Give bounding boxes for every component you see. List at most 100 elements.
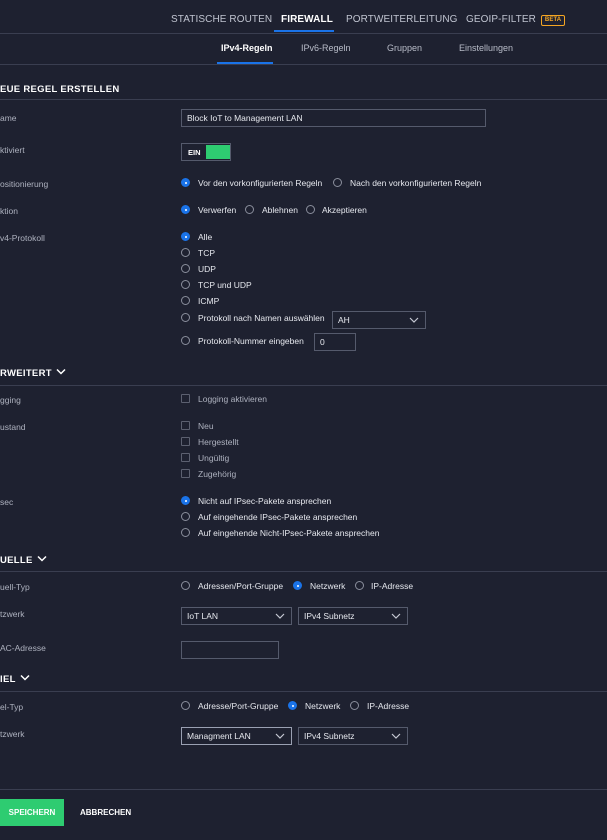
source-type-group-radio[interactable] <box>181 581 190 590</box>
subtab-groups[interactable]: Gruppen <box>387 43 422 53</box>
tab-geoip-label: GEOIP-FILTER <box>466 14 536 25</box>
source-type-ip-label: IP-Adresse <box>371 581 414 591</box>
destination-type-network-radio[interactable] <box>288 701 297 710</box>
position-after-radio[interactable] <box>333 178 342 187</box>
tab-statische-routen[interactable]: STATISCHE ROUTEN <box>171 14 272 25</box>
logging-checkbox[interactable] <box>181 394 190 403</box>
save-button[interactable]: SPEICHERN <box>0 799 64 826</box>
state-invalid-label: Ungültig <box>198 453 230 463</box>
toggle-knob <box>206 145 230 159</box>
action-reject-radio[interactable] <box>245 205 254 214</box>
divider <box>0 33 607 34</box>
source-type-ip-radio[interactable] <box>355 581 364 590</box>
action-drop-radio[interactable] <box>181 205 190 214</box>
destination-type-network-label: Netzwerk <box>305 701 341 711</box>
source-network-select[interactable]: IoT LAN <box>181 607 292 625</box>
protocol-tcp-udp-radio[interactable] <box>181 280 190 289</box>
subtab-settings[interactable]: Einstellungen <box>459 43 513 53</box>
action-reject-label: Ablehnen <box>262 205 298 215</box>
protocol-name-value: AH <box>338 315 350 325</box>
toggle-state-text: EIN <box>188 148 201 157</box>
destination-subnet-value: IPv4 Subnetz <box>304 731 355 741</box>
protocol-all-radio[interactable] <box>181 232 190 241</box>
action-accept-radio[interactable] <box>306 205 315 214</box>
subtab-ipv6-rules[interactable]: IPv6-Regeln <box>301 43 351 53</box>
logging-label: gging <box>0 395 21 405</box>
destination-type-group-label: Adresse/Port-Gruppe <box>198 701 279 711</box>
protocol-udp-radio[interactable] <box>181 264 190 273</box>
enabled-toggle[interactable]: EIN <box>181 143 231 161</box>
ipsec-none-radio[interactable] <box>181 496 190 505</box>
destination-network-label: tzwerk <box>0 729 25 739</box>
source-subnet-select[interactable]: IPv4 Subnetz <box>298 607 408 625</box>
divider <box>0 571 607 572</box>
destination-type-ip-radio[interactable] <box>350 701 359 710</box>
source-type-network-radio[interactable] <box>293 581 302 590</box>
state-established-label: Hergestellt <box>198 437 239 447</box>
tab-portweiterleitung[interactable]: PORTWEITERLEITUNG <box>346 14 458 25</box>
chevron-down-icon <box>20 674 30 681</box>
chevron-down-icon <box>56 368 66 375</box>
destination-subnet-select[interactable]: IPv4 Subnetz <box>298 727 408 745</box>
protocol-icmp-label: ICMP <box>198 296 220 306</box>
tab-firewall[interactable]: FIREWALL <box>281 14 333 25</box>
subtab-ipv4-rules[interactable]: IPv4-Regeln <box>221 43 273 53</box>
destination-type-label: el-Typ <box>0 702 24 712</box>
ipsec-non-ipsec-label: Auf eingehende Nicht-IPsec-Pakete anspre… <box>198 528 380 538</box>
chevron-down-icon <box>391 733 401 739</box>
rule-name-input[interactable]: Block IoT to Management LAN <box>181 109 486 127</box>
tab-geoip-filter[interactable]: GEOIP-FILTER BETA <box>466 14 566 26</box>
position-before-radio[interactable] <box>181 178 190 187</box>
protocol-number-input[interactable]: 0 <box>314 333 356 351</box>
divider <box>0 691 607 692</box>
source-type-network-label: Netzwerk <box>310 581 346 591</box>
section-title-advanced[interactable]: RWEITERT <box>0 368 66 379</box>
state-established-checkbox[interactable] <box>181 437 190 446</box>
source-type-label: uell-Typ <box>0 582 30 592</box>
action-label: ktion <box>0 206 18 216</box>
source-subnet-value: IPv4 Subnetz <box>304 611 355 621</box>
positioning-label: ositionierung <box>0 179 49 189</box>
divider <box>0 99 607 100</box>
ipsec-incoming-label: Auf eingehende IPsec-Pakete ansprechen <box>198 512 358 522</box>
section-title-source[interactable]: UELLE <box>0 555 47 566</box>
mac-address-input[interactable] <box>181 641 279 659</box>
protocol-by-name-label: Protokoll nach Namen auswählen <box>198 313 325 323</box>
cancel-button[interactable]: ABBRECHEN <box>80 808 131 817</box>
protocol-by-number-radio[interactable] <box>181 336 190 345</box>
protocol-tcp-radio[interactable] <box>181 248 190 257</box>
protocol-by-name-radio[interactable] <box>181 313 190 322</box>
chevron-down-icon <box>275 613 285 619</box>
destination-network-value: Managment LAN <box>187 731 251 741</box>
protocol-tcp-label: TCP <box>198 248 215 258</box>
protocol-icmp-radio[interactable] <box>181 296 190 305</box>
chevron-down-icon <box>409 317 419 323</box>
position-before-label: Vor den vorkonfigurierten Regeln <box>198 178 323 188</box>
mac-address-label: AC-Adresse <box>0 643 46 653</box>
name-label: ame <box>0 113 17 123</box>
enabled-label: ktiviert <box>0 145 25 155</box>
beta-badge: BETA <box>540 15 566 26</box>
destination-type-ip-label: IP-Adresse <box>367 701 410 711</box>
state-related-label: Zugehörig <box>198 469 237 479</box>
state-new-checkbox[interactable] <box>181 421 190 430</box>
ipsec-non-ipsec-radio[interactable] <box>181 528 190 537</box>
chevron-down-icon <box>391 613 401 619</box>
section-title-destination[interactable]: IEL <box>0 674 30 685</box>
advanced-title-text: RWEITERT <box>0 368 52 379</box>
destination-type-group-radio[interactable] <box>181 701 190 710</box>
logging-option-label: Logging aktivieren <box>198 394 267 404</box>
action-drop-label: Verwerfen <box>198 205 237 215</box>
state-invalid-checkbox[interactable] <box>181 453 190 462</box>
ipsec-incoming-radio[interactable] <box>181 512 190 521</box>
source-title-text: UELLE <box>0 555 33 566</box>
state-related-checkbox[interactable] <box>181 469 190 478</box>
protocol-by-number-label: Protokoll-Nummer eingeben <box>198 336 304 346</box>
source-type-group-label: Adressen/Port-Gruppe <box>198 581 284 591</box>
protocol-label: v4-Protokoll <box>0 233 45 243</box>
active-tab-indicator <box>274 30 334 32</box>
ipsec-label: sec <box>0 497 14 507</box>
source-network-label: tzwerk <box>0 609 25 619</box>
destination-network-select[interactable]: Managment LAN <box>181 727 292 745</box>
protocol-name-select[interactable]: AH <box>332 311 426 329</box>
